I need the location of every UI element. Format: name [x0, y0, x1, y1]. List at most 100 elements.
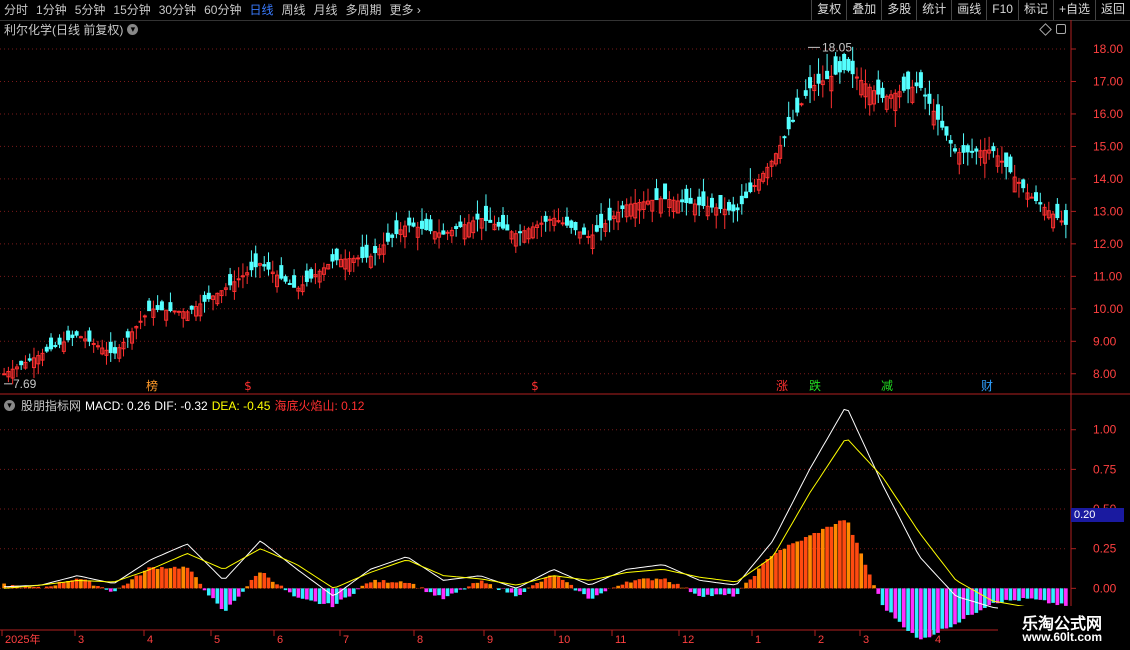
candle-body: [74, 331, 79, 336]
signal-marker: $: [531, 379, 539, 393]
candle-body: [108, 341, 113, 354]
candle-body: [309, 269, 314, 279]
candle-body: [786, 116, 791, 130]
price-tick-label: 14.00: [1093, 172, 1123, 186]
time-label: 4: [935, 634, 941, 646]
candle-body: [1055, 203, 1060, 219]
candle-body: [663, 183, 668, 200]
time-label: 4: [147, 634, 153, 646]
candle-body: [147, 300, 152, 312]
candle-body: [420, 220, 425, 229]
candle-body: [842, 53, 847, 71]
candle-body: [688, 197, 693, 204]
candle-body: [837, 61, 842, 73]
indicator-name[interactable]: 股朋指标网: [21, 397, 81, 414]
time-label: 11: [615, 634, 626, 646]
price-tick-label: 18.00: [1093, 42, 1123, 56]
time-label: 5: [214, 634, 220, 646]
signal-marker: $: [244, 379, 252, 393]
candle-body: [87, 330, 92, 342]
time-label: 12: [682, 634, 694, 646]
candle-body: [935, 104, 940, 120]
candle-body: [560, 222, 565, 225]
candle-body: [70, 334, 75, 338]
time-label: 9: [487, 634, 493, 646]
candle-body: [573, 221, 578, 231]
candle-body: [373, 246, 378, 254]
candle-body: [718, 194, 723, 210]
candle-body: [287, 283, 292, 286]
candle-body: [385, 232, 390, 242]
candle-body: [961, 145, 966, 153]
candle-body: [594, 225, 599, 232]
candle-body: [582, 227, 587, 235]
candle-body: [965, 145, 970, 153]
candle-body: [19, 360, 24, 366]
candle-body: [906, 71, 911, 90]
candle-body: [731, 204, 736, 212]
candle-body: [808, 77, 813, 89]
candle-body: [816, 73, 821, 84]
time-label: 3: [863, 634, 869, 646]
time-label: 6: [277, 634, 283, 646]
time-label: 1: [755, 634, 761, 646]
price-tick-label: 8.00: [1093, 367, 1117, 381]
candle-body: [66, 330, 71, 341]
candle-body: [283, 276, 288, 282]
price-tick-label: 12.00: [1093, 237, 1123, 251]
candle-body: [394, 220, 399, 235]
candle-body: [739, 195, 744, 205]
candle-body: [57, 337, 62, 345]
candle-body: [91, 342, 96, 345]
candle-body: [159, 301, 164, 311]
candle-body: [940, 120, 945, 128]
candle-body: [176, 310, 181, 313]
candle-body: [543, 215, 548, 222]
signal-marker: 财: [981, 379, 993, 393]
time-label: 10: [558, 634, 570, 646]
candle-body: [49, 337, 54, 350]
candle-body: [953, 148, 958, 152]
signal-marker: 涨: [776, 378, 788, 393]
macd-tick-label: 1.00: [1093, 423, 1117, 437]
candle-body: [189, 305, 194, 310]
candle-body: [620, 205, 625, 210]
candle-body: [752, 184, 757, 187]
candle-body: [607, 207, 612, 221]
candle-body: [44, 346, 49, 352]
candle-body: [266, 262, 271, 270]
candle-body: [944, 126, 949, 136]
candle-body: [782, 136, 787, 139]
price-tick-label: 16.00: [1093, 107, 1123, 121]
macd-value: MACD: 0.26: [85, 398, 151, 413]
candle-body: [697, 196, 702, 206]
candle-body: [292, 275, 297, 288]
chevron-down-icon[interactable]: ▾: [4, 400, 15, 411]
candle-body: [112, 347, 117, 354]
low-label: 7.69: [13, 377, 37, 391]
price-tick-label: 17.00: [1093, 74, 1123, 88]
candle-body: [172, 310, 177, 313]
candle-body: [168, 302, 173, 312]
candle-body: [27, 358, 32, 361]
candle-body: [727, 202, 732, 211]
candle-body: [991, 146, 996, 152]
candle-body: [125, 331, 130, 338]
candle-body: [684, 188, 689, 204]
signal-marker: 减: [881, 379, 893, 393]
candle-body: [505, 224, 510, 231]
candle-body: [795, 97, 800, 113]
candle-body: [923, 94, 928, 97]
candle-body: [441, 230, 446, 235]
chart-canvas[interactable]: 8.009.0010.0011.0012.0013.0014.0015.0016…: [0, 0, 1130, 650]
price-tick-label: 10.00: [1093, 302, 1123, 316]
candle-body: [360, 246, 365, 259]
candle-body: [488, 219, 493, 223]
candle-body: [334, 248, 339, 261]
candle-body: [586, 235, 591, 238]
candle-body: [142, 315, 147, 318]
macd-tick-label: 0.75: [1093, 462, 1117, 476]
candle-body: [744, 191, 749, 199]
candle-body: [279, 265, 284, 279]
macd-tick-label: 0.25: [1093, 542, 1117, 556]
